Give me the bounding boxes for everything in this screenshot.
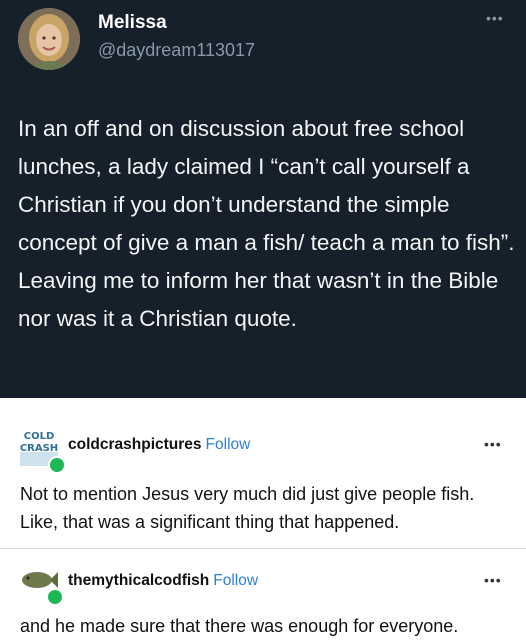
username-coldcrashpictures[interactable]: coldcrashpictures — [68, 436, 202, 453]
reblog-text: and he made sure that there was enough f… — [20, 616, 459, 636]
reblog-entry-themythicalcodfish: themythicalcodfish Follow ••• and he made… — [0, 552, 526, 640]
avatar-photo — [18, 8, 80, 70]
reblog-badge-icon — [48, 456, 66, 474]
reblog-username: coldcrashpictures Follow — [68, 436, 250, 454]
coldcrash-logo-text-1: COLD — [24, 431, 55, 442]
reblog-entry-coldcrashpictures: COLD CRASH coldcrashpictures Follow ••• N… — [0, 420, 526, 548]
reblog-text: Not to mention Jesus very much did just … — [20, 484, 475, 532]
coldcrash-logo-text-2: CRASH — [20, 443, 58, 454]
tweet-text: In an off and on discussion about free s… — [18, 116, 515, 331]
tweet-avatar[interactable] — [18, 8, 80, 70]
follow-button[interactable]: Follow — [213, 572, 258, 589]
tweet-card: Melissa @daydream113017 ••• In an off an… — [0, 0, 526, 398]
reblog-username: themythicalcodfish Follow — [68, 572, 258, 590]
reblog-badge-icon — [46, 588, 64, 606]
reblog-more-icon[interactable]: ••• — [484, 572, 502, 588]
tweet-author-name[interactable]: Melissa — [98, 12, 167, 34]
codfish-avatar[interactable] — [20, 560, 64, 606]
follow-button[interactable]: Follow — [206, 436, 251, 453]
more-options-icon[interactable]: ••• — [486, 10, 504, 26]
tweet-author-handle[interactable]: @daydream113017 — [98, 40, 255, 61]
username-themythicalcodfish[interactable]: themythicalcodfish — [68, 572, 209, 589]
reblog-more-icon[interactable]: ••• — [484, 436, 502, 452]
coldcrash-avatar[interactable]: COLD CRASH — [20, 428, 66, 474]
divider — [0, 548, 526, 549]
